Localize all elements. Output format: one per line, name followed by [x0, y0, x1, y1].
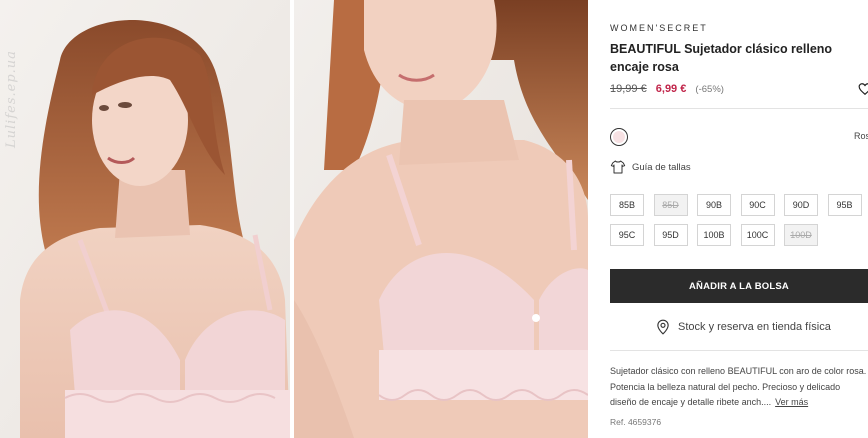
- size-option-95c[interactable]: 95C: [610, 224, 644, 246]
- size-option-90c[interactable]: 90C: [740, 194, 775, 216]
- size-option-95b[interactable]: 95B: [827, 194, 862, 216]
- brand-name[interactable]: WOMEN'SECRET: [610, 23, 708, 33]
- product-title: BEAUTIFUL Sujetador clásico relleno enca…: [610, 42, 833, 74]
- see-more-link[interactable]: Ver más: [775, 397, 808, 407]
- product-description: Sujetador clásico con relleno BEAUTIFUL …: [610, 364, 868, 411]
- watermark-text: Lulifes.ep.ua: [4, 50, 19, 148]
- shirt-icon: [610, 160, 626, 174]
- store-stock-label: Stock y reserva en tienda física: [678, 321, 831, 333]
- heart-icon: [858, 83, 868, 96]
- size-option-90b[interactable]: 90B: [697, 194, 731, 216]
- model-photo-closeup: [294, 0, 588, 438]
- size-option-95d[interactable]: 95D: [653, 224, 688, 246]
- size-option-100c[interactable]: 100C: [740, 224, 775, 246]
- store-stock-link[interactable]: Stock y reserva en tienda física: [656, 319, 831, 335]
- size-option-85b[interactable]: 85B: [610, 194, 644, 216]
- color-swatch-fill: [613, 131, 625, 143]
- wishlist-button[interactable]: [858, 82, 868, 96]
- size-guide-label: Guía de tallas: [632, 161, 691, 173]
- old-price: 19,99 €: [610, 83, 647, 95]
- size-option-100d[interactable]: 100D: [784, 224, 818, 246]
- product-photo-1[interactable]: Lulifes.ep.ua: [0, 0, 290, 438]
- color-name: Rosa: [854, 131, 868, 141]
- add-to-bag-button[interactable]: AÑADIR A LA BOLSA: [610, 269, 868, 303]
- sale-price: 6,99 €: [655, 83, 687, 95]
- divider: [610, 108, 868, 109]
- model-photo-front: [0, 0, 290, 438]
- product-info-panel: WOMEN'SECRET BEAUTIFUL Sujetador clásico…: [610, 0, 868, 438]
- product-reference: Ref. 4659376: [610, 417, 662, 427]
- discount-badge: (-65%): [695, 84, 724, 95]
- size-option-90d[interactable]: 90D: [784, 194, 818, 216]
- size-guide-link[interactable]: Guía de tallas: [610, 159, 691, 175]
- color-swatch[interactable]: [610, 128, 628, 146]
- divider: [610, 350, 868, 351]
- product-photo-2[interactable]: [294, 0, 588, 438]
- description-text: Sujetador clásico con relleno BEAUTIFUL …: [610, 366, 867, 407]
- size-option-85d[interactable]: 85D: [653, 194, 688, 216]
- price-row: 19,99 € 6,99 € (-65%): [610, 83, 724, 95]
- size-option-100b[interactable]: 100B: [697, 224, 731, 246]
- location-pin-icon: [657, 319, 669, 335]
